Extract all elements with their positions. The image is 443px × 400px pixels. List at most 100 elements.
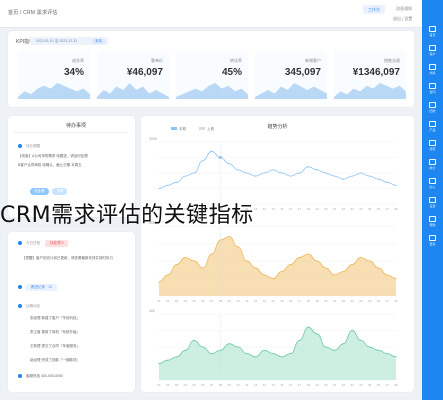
data-point[interactable]: [325, 346, 327, 348]
data-point[interactable]: [342, 270, 344, 273]
data-point[interactable]: [386, 181, 388, 183]
data-point[interactable]: [272, 353, 274, 355]
data-point[interactable]: [342, 343, 344, 345]
data-point[interactable]: [263, 172, 265, 174]
pending-badge[interactable]: 待处理 5: [44, 240, 69, 247]
sidebar-item[interactable]: 回款: [422, 98, 443, 118]
activity-item[interactable]: 王助理 提交了合同「年度服务」: [30, 344, 138, 349]
data-point[interactable]: [369, 346, 371, 348]
data-point[interactable]: [290, 263, 292, 266]
data-point[interactable]: [193, 172, 195, 174]
date-range-picker[interactable]: 2023-01-01 至 2023-12-31 本年: [30, 37, 108, 45]
data-point[interactable]: [184, 349, 186, 351]
data-point[interactable]: [298, 256, 301, 259]
data-point[interactable]: [290, 175, 292, 177]
sidebar-item[interactable]: 统计: [422, 155, 443, 175]
data-point[interactable]: [254, 267, 257, 269]
kpi-tile[interactable]: 销售业绩 ¥1346,097: [334, 51, 406, 99]
data-point[interactable]: [263, 274, 265, 276]
handle-button[interactable]: 去处理: [30, 188, 49, 195]
data-point[interactable]: [228, 235, 230, 238]
data-point[interactable]: [202, 346, 204, 348]
data-point[interactable]: [386, 353, 388, 355]
data-point[interactable]: [167, 359, 169, 361]
kpi-tile[interactable]: 新增客户 345,097: [255, 51, 327, 99]
data-point[interactable]: [184, 256, 186, 259]
data-point[interactable]: [395, 277, 397, 280]
sidebar-item[interactable]: 更多: [422, 231, 443, 251]
data-point[interactable]: [202, 267, 204, 269]
sidebar-item[interactable]: 合同: [422, 79, 443, 99]
data-point[interactable]: [246, 260, 248, 262]
data-point[interactable]: [175, 181, 178, 183]
data-point[interactable]: [281, 270, 283, 273]
data-point[interactable]: [272, 277, 274, 280]
data-point[interactable]: [211, 253, 213, 255]
workbench-button[interactable]: 工作台: [363, 5, 385, 14]
data-point[interactable]: [307, 166, 309, 168]
data-point[interactable]: [211, 150, 213, 152]
data-point[interactable]: [351, 175, 353, 177]
data-point[interactable]: [158, 281, 160, 283]
data-point[interactable]: [175, 356, 178, 358]
legend-swatch[interactable]: [199, 127, 205, 130]
data-point[interactable]: [184, 175, 186, 177]
data-point[interactable]: [360, 256, 362, 259]
data-point[interactable]: [298, 339, 301, 341]
data-point[interactable]: [298, 172, 301, 174]
data-point[interactable]: [237, 169, 239, 171]
date-range-tag[interactable]: 本年: [92, 38, 105, 44]
data-point[interactable]: [316, 169, 318, 171]
data-point[interactable]: [228, 163, 230, 165]
data-point[interactable]: [333, 274, 336, 276]
data-point[interactable]: [377, 178, 380, 180]
data-point[interactable]: [158, 187, 160, 190]
account-links[interactable]: 退出 | 设置: [393, 16, 412, 22]
sidebar-item[interactable]: 商机: [422, 60, 443, 80]
data-point[interactable]: [246, 353, 248, 355]
data-point[interactable]: [228, 343, 230, 345]
data-point[interactable]: [254, 356, 257, 358]
sidebar-item[interactable]: 首页: [422, 22, 443, 42]
data-point[interactable]: [263, 349, 265, 351]
ignore-button[interactable]: 忽略: [52, 188, 68, 195]
data-point[interactable]: [333, 175, 336, 177]
data-point[interactable]: [281, 356, 283, 358]
data-point[interactable]: [369, 175, 371, 177]
data-point[interactable]: [377, 267, 380, 269]
kpi-tile[interactable]: 转化率 45%: [176, 51, 248, 99]
data-point[interactable]: [325, 267, 327, 269]
data-point[interactable]: [360, 172, 362, 174]
todo-item[interactable]: B客户合同审批 待确认，截止日期 本周五: [18, 163, 128, 168]
data-point[interactable]: [202, 160, 204, 162]
data-point[interactable]: [254, 175, 257, 177]
data-point[interactable]: [193, 339, 195, 341]
data-point[interactable]: [377, 349, 380, 351]
data-point[interactable]: [237, 346, 239, 348]
data-point[interactable]: [316, 260, 318, 262]
sidebar-item[interactable]: 线索: [422, 136, 443, 156]
data-point[interactable]: [395, 356, 397, 358]
data-point[interactable]: [351, 329, 353, 332]
data-point[interactable]: [246, 172, 248, 174]
data-point[interactable]: [307, 253, 309, 255]
data-point[interactable]: [237, 246, 239, 248]
todo-item[interactable]: 【线索】A公司采购需求 待跟进，请及时处理: [18, 154, 128, 159]
data-point[interactable]: [316, 333, 318, 335]
data-point[interactable]: [272, 169, 274, 171]
data-point[interactable]: [167, 274, 169, 276]
data-point[interactable]: [158, 362, 160, 365]
kpi-tile[interactable]: 成交率 34%: [18, 51, 90, 99]
data-point[interactable]: [333, 349, 336, 351]
breadcrumb[interactable]: 首页 / CRM 需求评估: [8, 9, 58, 16]
notification-link[interactable]: 消息通知: [396, 6, 412, 12]
data-point[interactable]: [369, 260, 371, 262]
activity-item[interactable]: 赵经理 完成了回款「一期款项」: [30, 358, 138, 363]
data-point[interactable]: [386, 274, 388, 276]
legend-swatch[interactable]: [171, 127, 177, 130]
data-point[interactable]: [281, 172, 283, 174]
data-point[interactable]: [175, 263, 178, 266]
data-point[interactable]: [290, 353, 292, 355]
data-point[interactable]: [307, 326, 309, 328]
sidebar-item[interactable]: 客户: [422, 41, 443, 61]
